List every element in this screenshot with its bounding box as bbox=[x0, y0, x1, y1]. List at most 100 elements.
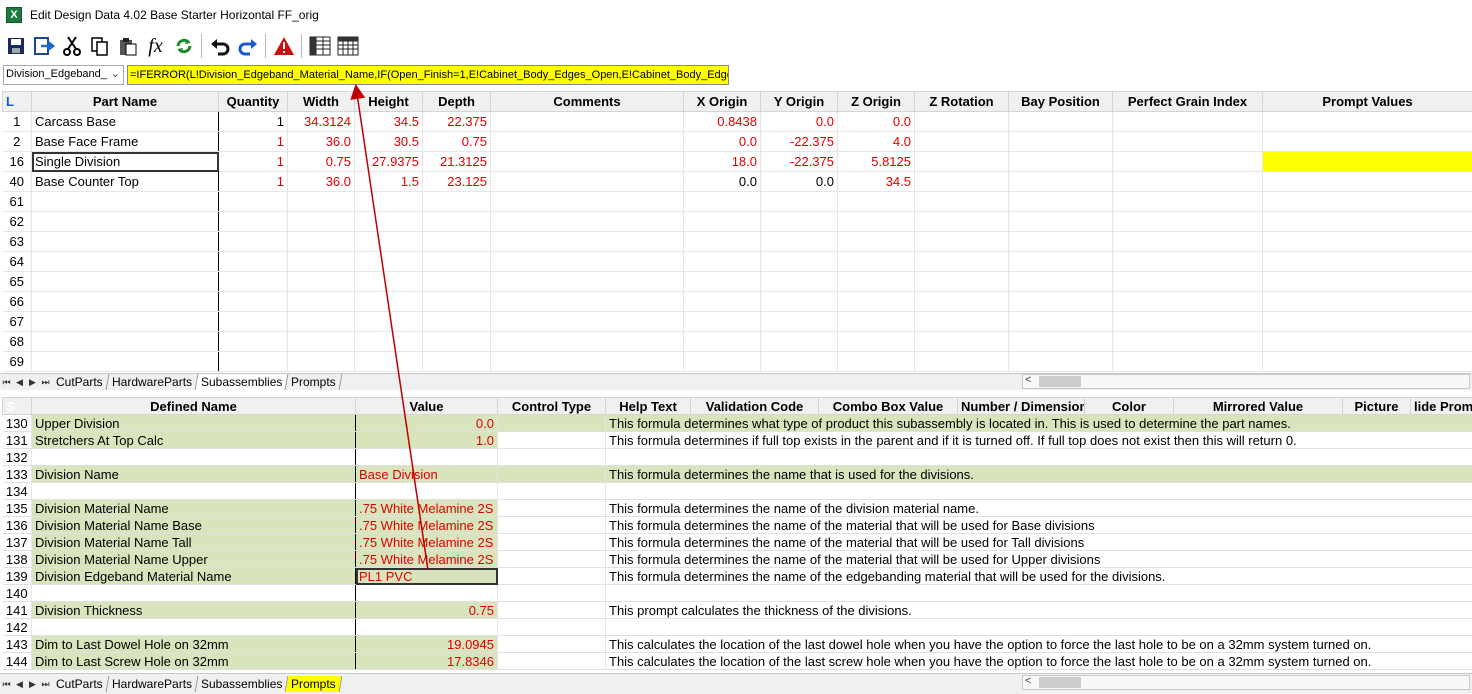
depth-cell[interactable] bbox=[422, 311, 491, 332]
value-cell[interactable]: 0.0 bbox=[355, 414, 498, 432]
tab-prompts[interactable]: Prompts bbox=[285, 374, 343, 390]
y-origin-cell[interactable]: 0.0 bbox=[760, 111, 838, 132]
row-number[interactable]: 143 bbox=[2, 635, 32, 653]
scroll-thumb[interactable] bbox=[1039, 677, 1081, 688]
value-cell[interactable]: 19.0945 bbox=[355, 635, 498, 653]
column-header[interactable]: Y Origin bbox=[760, 91, 838, 112]
bay-position-cell[interactable] bbox=[1008, 271, 1113, 292]
column-header[interactable]: Part Name bbox=[31, 91, 219, 112]
table-row[interactable]: 135 Division Material Name .75 White Melam… bbox=[2, 499, 1472, 517]
value-cell[interactable]: 17.8346 bbox=[355, 652, 498, 670]
column-header[interactable]: Help Text bbox=[605, 397, 691, 415]
control-type-cell[interactable] bbox=[497, 448, 606, 466]
prompt-values-cell[interactable] bbox=[1262, 151, 1472, 172]
perfect-grain-cell[interactable] bbox=[1112, 351, 1263, 372]
defined-name-cell[interactable] bbox=[31, 448, 356, 466]
height-cell[interactable]: 27.9375 bbox=[354, 151, 423, 172]
comments-cell[interactable] bbox=[490, 111, 684, 132]
bay-position-cell[interactable] bbox=[1008, 211, 1113, 232]
row-number[interactable]: 133 bbox=[2, 465, 32, 483]
table-row[interactable]: 62 bbox=[2, 211, 1472, 232]
tab-next-icon[interactable]: ▶ bbox=[26, 377, 39, 388]
tab-subassemblies[interactable]: Subassemblies bbox=[195, 676, 289, 692]
z-rotation-cell[interactable] bbox=[914, 331, 1009, 352]
z-origin-cell[interactable] bbox=[837, 231, 915, 252]
table-row[interactable]: 1 Carcass Base 1 34.3124 34.5 22.375 0.8438 0.0… bbox=[2, 111, 1472, 132]
bay-position-cell[interactable] bbox=[1008, 311, 1113, 332]
defined-name-cell[interactable] bbox=[31, 584, 356, 602]
prompt-values-cell[interactable] bbox=[1262, 131, 1472, 152]
quantity-cell[interactable] bbox=[218, 311, 288, 332]
control-type-cell[interactable] bbox=[497, 533, 606, 551]
table-row[interactable]: 66 bbox=[2, 291, 1472, 312]
tab-hardwareparts[interactable]: HardwareParts bbox=[106, 374, 199, 390]
table-row[interactable]: 67 bbox=[2, 311, 1472, 332]
comments-cell[interactable] bbox=[490, 231, 684, 252]
row-number[interactable]: 142 bbox=[2, 618, 32, 636]
bay-position-cell[interactable] bbox=[1008, 151, 1113, 172]
z-rotation-cell[interactable] bbox=[914, 291, 1009, 312]
depth-cell[interactable] bbox=[422, 211, 491, 232]
value-cell[interactable]: 0.75 bbox=[355, 601, 498, 619]
y-origin-cell[interactable] bbox=[760, 251, 838, 272]
depth-cell[interactable]: 22.375 bbox=[422, 111, 491, 132]
y-origin-cell[interactable]: -22.375 bbox=[760, 131, 838, 152]
help-text-cell[interactable]: This formula determines the name of the … bbox=[605, 533, 1472, 551]
column-header[interactable]: Picture bbox=[1342, 397, 1411, 415]
y-origin-cell[interactable] bbox=[760, 211, 838, 232]
corner-cell[interactable]: S bbox=[2, 397, 32, 415]
x-origin-cell[interactable]: 0.0 bbox=[683, 171, 761, 192]
control-type-cell[interactable] bbox=[497, 465, 606, 483]
comments-cell[interactable] bbox=[490, 311, 684, 332]
y-origin-cell[interactable] bbox=[760, 291, 838, 312]
width-cell[interactable] bbox=[287, 271, 355, 292]
height-cell[interactable] bbox=[354, 351, 423, 372]
value-cell[interactable] bbox=[355, 584, 498, 602]
table-row[interactable]: 69 bbox=[2, 351, 1472, 372]
prompt-values-cell[interactable] bbox=[1262, 351, 1472, 372]
tab-prompts[interactable]: Prompts bbox=[285, 676, 343, 692]
z-rotation-cell[interactable] bbox=[914, 251, 1009, 272]
z-rotation-cell[interactable] bbox=[914, 351, 1009, 372]
z-origin-cell[interactable] bbox=[837, 331, 915, 352]
table-row[interactable]: 61 bbox=[2, 191, 1472, 212]
table-row[interactable]: 140 bbox=[2, 584, 1472, 602]
scroll-thumb[interactable] bbox=[1039, 376, 1081, 387]
tab-next-icon[interactable]: ▶ bbox=[26, 679, 39, 690]
copy-icon[interactable] bbox=[86, 33, 113, 60]
height-cell[interactable] bbox=[354, 331, 423, 352]
comments-cell[interactable] bbox=[490, 171, 684, 192]
help-text-cell[interactable]: This formula determines the name of the … bbox=[605, 499, 1472, 517]
column-header[interactable]: Mirrored Value bbox=[1173, 397, 1343, 415]
row-number[interactable]: 136 bbox=[2, 516, 32, 534]
part-name-cell[interactable]: Base Counter Top bbox=[31, 171, 219, 192]
prompt-values-cell[interactable] bbox=[1262, 251, 1472, 272]
z-origin-cell[interactable]: 0.0 bbox=[837, 111, 915, 132]
undo-icon[interactable] bbox=[206, 33, 233, 60]
help-text-cell[interactable]: This formula determines if full top exis… bbox=[605, 431, 1472, 449]
fx-icon[interactable]: fx bbox=[142, 33, 169, 60]
help-text-cell[interactable] bbox=[605, 482, 1472, 500]
x-origin-cell[interactable] bbox=[683, 311, 761, 332]
x-origin-cell[interactable]: 18.0 bbox=[683, 151, 761, 172]
part-name-cell[interactable] bbox=[31, 291, 219, 312]
tab-cutparts[interactable]: CutParts bbox=[50, 676, 110, 692]
column-header[interactable]: Width bbox=[287, 91, 355, 112]
grid-view-icon[interactable] bbox=[306, 33, 333, 60]
value-cell[interactable]: .75 White Melamine 2S bbox=[355, 499, 498, 517]
value-cell[interactable] bbox=[355, 618, 498, 636]
width-cell[interactable] bbox=[287, 351, 355, 372]
part-name-cell[interactable] bbox=[31, 191, 219, 212]
height-cell[interactable] bbox=[354, 231, 423, 252]
bay-position-cell[interactable] bbox=[1008, 171, 1113, 192]
column-header[interactable]: Bay Position bbox=[1008, 91, 1113, 112]
z-origin-cell[interactable] bbox=[837, 211, 915, 232]
value-cell[interactable]: PL1 PVC bbox=[355, 567, 498, 585]
table-row[interactable]: 65 bbox=[2, 271, 1472, 292]
perfect-grain-cell[interactable] bbox=[1112, 271, 1263, 292]
table-row[interactable]: 138 Division Material Name Upper .75 White… bbox=[2, 550, 1472, 568]
depth-cell[interactable] bbox=[422, 251, 491, 272]
row-number[interactable]: 144 bbox=[2, 652, 32, 670]
value-cell[interactable] bbox=[355, 482, 498, 500]
height-cell[interactable]: 30.5 bbox=[354, 131, 423, 152]
